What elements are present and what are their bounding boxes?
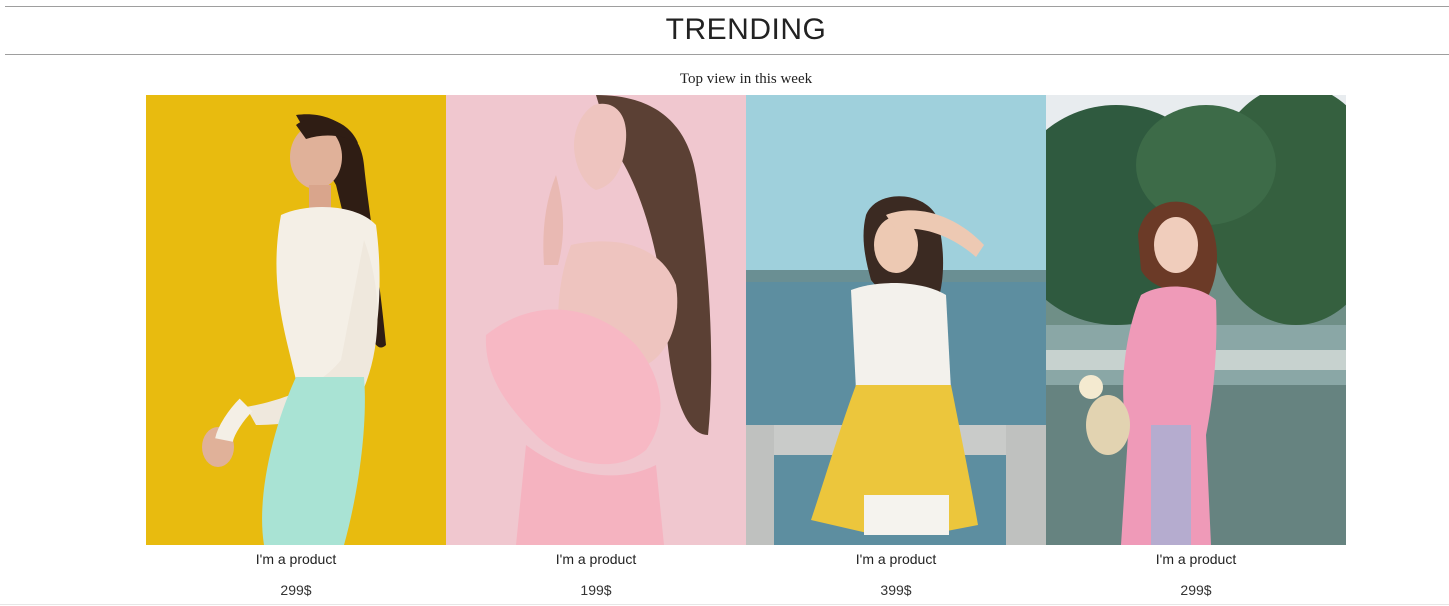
product-name[interactable]: I'm a product [1046, 550, 1346, 568]
bottom-divider [0, 604, 1449, 605]
section-subtitle: Top view in this week [679, 71, 813, 87]
title-divider [5, 54, 1449, 55]
product-price: 299$ [280, 582, 312, 598]
product-grid: I'm a product 299$ I'm a product 199$ I'… [146, 95, 1346, 606]
product-card[interactable]: I'm a product 299$ [1046, 95, 1346, 606]
product-name[interactable]: I'm a product [446, 550, 746, 568]
product-card[interactable]: I'm a product 299$ [146, 95, 446, 606]
product-card[interactable]: I'm a product 399$ [746, 95, 1046, 606]
product-photo-park [1046, 95, 1346, 545]
product-photo-lake [746, 95, 1046, 545]
product-image[interactable] [746, 95, 1046, 545]
product-photo-pink [446, 95, 746, 545]
product-image[interactable] [1046, 95, 1346, 545]
product-photo-yellow [146, 95, 446, 545]
product-price: 399$ [880, 582, 912, 598]
product-name[interactable]: I'm a product [746, 550, 1046, 568]
product-price: 199$ [580, 582, 612, 598]
product-price: 299$ [1180, 582, 1212, 598]
section-title: TRENDING [665, 13, 827, 46]
product-image[interactable] [146, 95, 446, 545]
top-divider [5, 6, 1449, 7]
product-card[interactable]: I'm a product 199$ [446, 95, 746, 606]
product-name[interactable]: I'm a product [146, 550, 446, 568]
product-image[interactable] [446, 95, 746, 545]
